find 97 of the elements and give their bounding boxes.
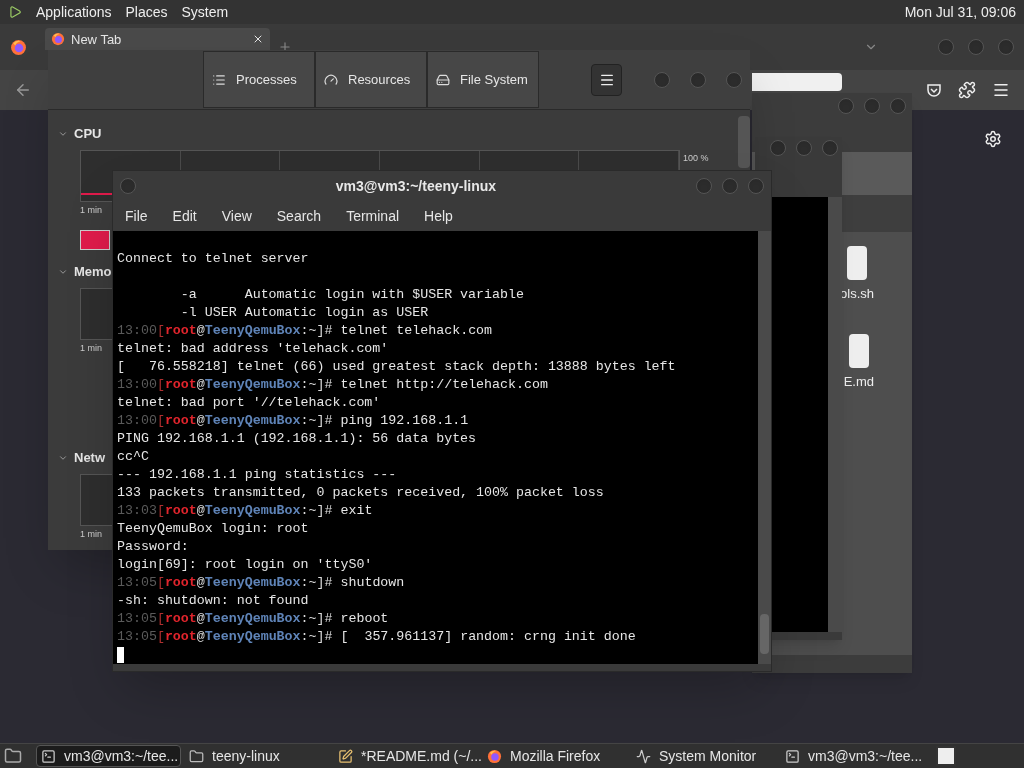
prompt-line: 13:05[root@TeenyQemuBox:~]# [ 357.961137] random: crng init done — [117, 628, 636, 646]
scrollbar[interactable] — [738, 116, 750, 168]
window-control-button[interactable] — [796, 140, 812, 156]
terminal-icon — [785, 748, 800, 764]
terminal-line: 133 packets transmitted, 0 packets received, 100% packet loss — [117, 484, 604, 502]
window-title: vm3@vm3:~/teeny-linux — [334, 176, 498, 196]
taskbar-item[interactable]: vm3@vm3:~/tee... — [36, 745, 181, 767]
window-control-button[interactable] — [654, 71, 670, 88]
axis-label: 1 min — [80, 342, 102, 355]
panel-menu[interactable]: Places — [125, 1, 168, 23]
window-control-button[interactable] — [890, 98, 906, 114]
menu-logo-icon[interactable] — [8, 5, 22, 19]
prompt-line: 13:00[root@TeenyQemuBox:~]# telnet telehack.com — [117, 322, 493, 340]
activity-icon — [636, 748, 651, 764]
url-field[interactable] — [752, 73, 842, 91]
terminal-icon — [41, 748, 56, 764]
section-title: CPU — [74, 125, 102, 144]
terminal-line: -l USER Automatic login as USER — [179, 304, 429, 322]
gauge-icon — [324, 72, 338, 87]
workspace-icon[interactable] — [936, 746, 956, 766]
file-name[interactable]: E.md — [843, 371, 874, 391]
taskbar-item[interactable]: System Monitor — [632, 745, 777, 767]
taskbar-item[interactable]: Mozilla Firefox — [483, 745, 628, 767]
menu-item[interactable]: Edit — [172, 205, 197, 227]
firefox-icon — [10, 38, 27, 56]
firefox-icon — [51, 32, 65, 46]
taskbar-item[interactable]: teeny-linux — [185, 745, 330, 767]
terminal-line: Connect to telnet server — [117, 250, 309, 268]
color-swatch[interactable] — [80, 229, 110, 250]
view-tab[interactable]: Processes — [203, 51, 315, 108]
extensions-icon[interactable] — [958, 81, 976, 99]
back-icon[interactable] — [14, 81, 32, 99]
window-control-button[interactable] — [748, 178, 764, 194]
window-control-button[interactable] — [822, 140, 838, 156]
text-cursor — [117, 647, 124, 663]
taskbar-item[interactable]: *README.md (~/... — [334, 745, 479, 767]
list-icon — [212, 72, 226, 87]
prompt-line: 13:00[root@TeenyQemuBox:~]# ping 192.168.1.1 — [117, 412, 469, 430]
menu-item[interactable]: Help — [424, 205, 453, 227]
view-tab[interactable]: File System — [427, 51, 539, 108]
prompt-line: 13:05[root@TeenyQemuBox:~]# reboot — [117, 610, 389, 628]
panel-menu[interactable]: Applications — [36, 1, 112, 23]
window-control-button[interactable] — [864, 98, 880, 114]
expand-icon[interactable] — [58, 267, 68, 277]
terminal-line: cc^C — [117, 448, 149, 466]
scrollbar-thumb[interactable] — [760, 614, 769, 654]
terminal-line: -a Automatic login with $USER variable — [179, 286, 524, 304]
section-title: Netw — [74, 449, 106, 468]
settings-icon[interactable] — [984, 130, 1002, 148]
menu-button[interactable] — [591, 63, 622, 96]
panel-menu[interactable]: System — [181, 1, 229, 23]
expand-icon[interactable] — [58, 129, 68, 139]
window-control-button[interactable] — [998, 39, 1014, 55]
menu-item[interactable]: Search — [276, 205, 322, 227]
text-editor-icon — [338, 748, 353, 764]
expand-icon[interactable] — [58, 453, 68, 463]
terminal-line: Password: — [117, 538, 189, 556]
close-icon[interactable] — [252, 33, 264, 45]
scrollbar[interactable] — [758, 231, 771, 664]
window-control-button[interactable] — [690, 71, 706, 88]
view-tab[interactable]: Resources — [315, 51, 427, 108]
terminal-line: --- 192.168.1.1 ping statistics --- — [117, 466, 397, 484]
window-control-button[interactable] — [938, 39, 954, 55]
browser-tab[interactable]: New Tab — [45, 28, 270, 50]
folder-icon — [189, 748, 204, 764]
prompt-line: 13:05[root@TeenyQemuBox:~]# shutdown — [117, 574, 405, 592]
axis-label: 1 min — [80, 204, 102, 217]
window-control-button[interactable] — [726, 71, 742, 88]
menu-item[interactable]: Terminal — [346, 205, 400, 227]
scrollbar[interactable] — [828, 197, 842, 632]
window-control-button[interactable] — [838, 98, 854, 114]
terminal-line: login[69]: root login on 'ttyS0' — [117, 556, 373, 574]
show-desktop-icon[interactable] — [4, 747, 22, 765]
firefox-icon — [487, 748, 502, 764]
axis-label: 1 min — [80, 528, 102, 541]
window-control-button[interactable] — [722, 178, 738, 194]
window-control-button[interactable] — [120, 178, 136, 194]
clock[interactable]: Mon Jul 31, 09:06 — [904, 1, 1016, 23]
pocket-icon[interactable] — [926, 82, 942, 98]
prompt-line: 13:03[root@TeenyQemuBox:~]# exit — [117, 502, 373, 520]
window-control-button[interactable] — [968, 39, 984, 55]
section-title: Memo — [74, 263, 112, 282]
terminal-line: telnet: bad address 'telehack.com' — [117, 340, 389, 358]
terminal-line: [ 76.558218] telnet (66) used greatest stack depth: 13888 bytes left — [117, 358, 676, 376]
window-control-button[interactable] — [696, 178, 712, 194]
menu-item[interactable]: View — [221, 205, 252, 227]
taskbar-item[interactable]: vm3@vm3:~/tee... — [781, 745, 926, 767]
window-control-button[interactable] — [770, 140, 786, 156]
terminal-line: TeenyQemuBox login: root — [117, 520, 309, 538]
terminal-line: telnet: bad port '//telehack.com' — [117, 394, 381, 412]
menu-item[interactable]: File — [125, 205, 148, 227]
axis-label: 100 % — [683, 152, 709, 165]
terminal-line: PING 192.168.1.1 (192.168.1.1): 56 data bytes — [117, 430, 477, 448]
terminal-line: -sh: shutdown: not found — [117, 592, 309, 610]
file-icon[interactable] — [848, 333, 869, 368]
prompt-line: 13:00[root@TeenyQemuBox:~]# telnet http://telehack.com — [117, 376, 548, 394]
menu-icon[interactable] — [992, 81, 1010, 99]
